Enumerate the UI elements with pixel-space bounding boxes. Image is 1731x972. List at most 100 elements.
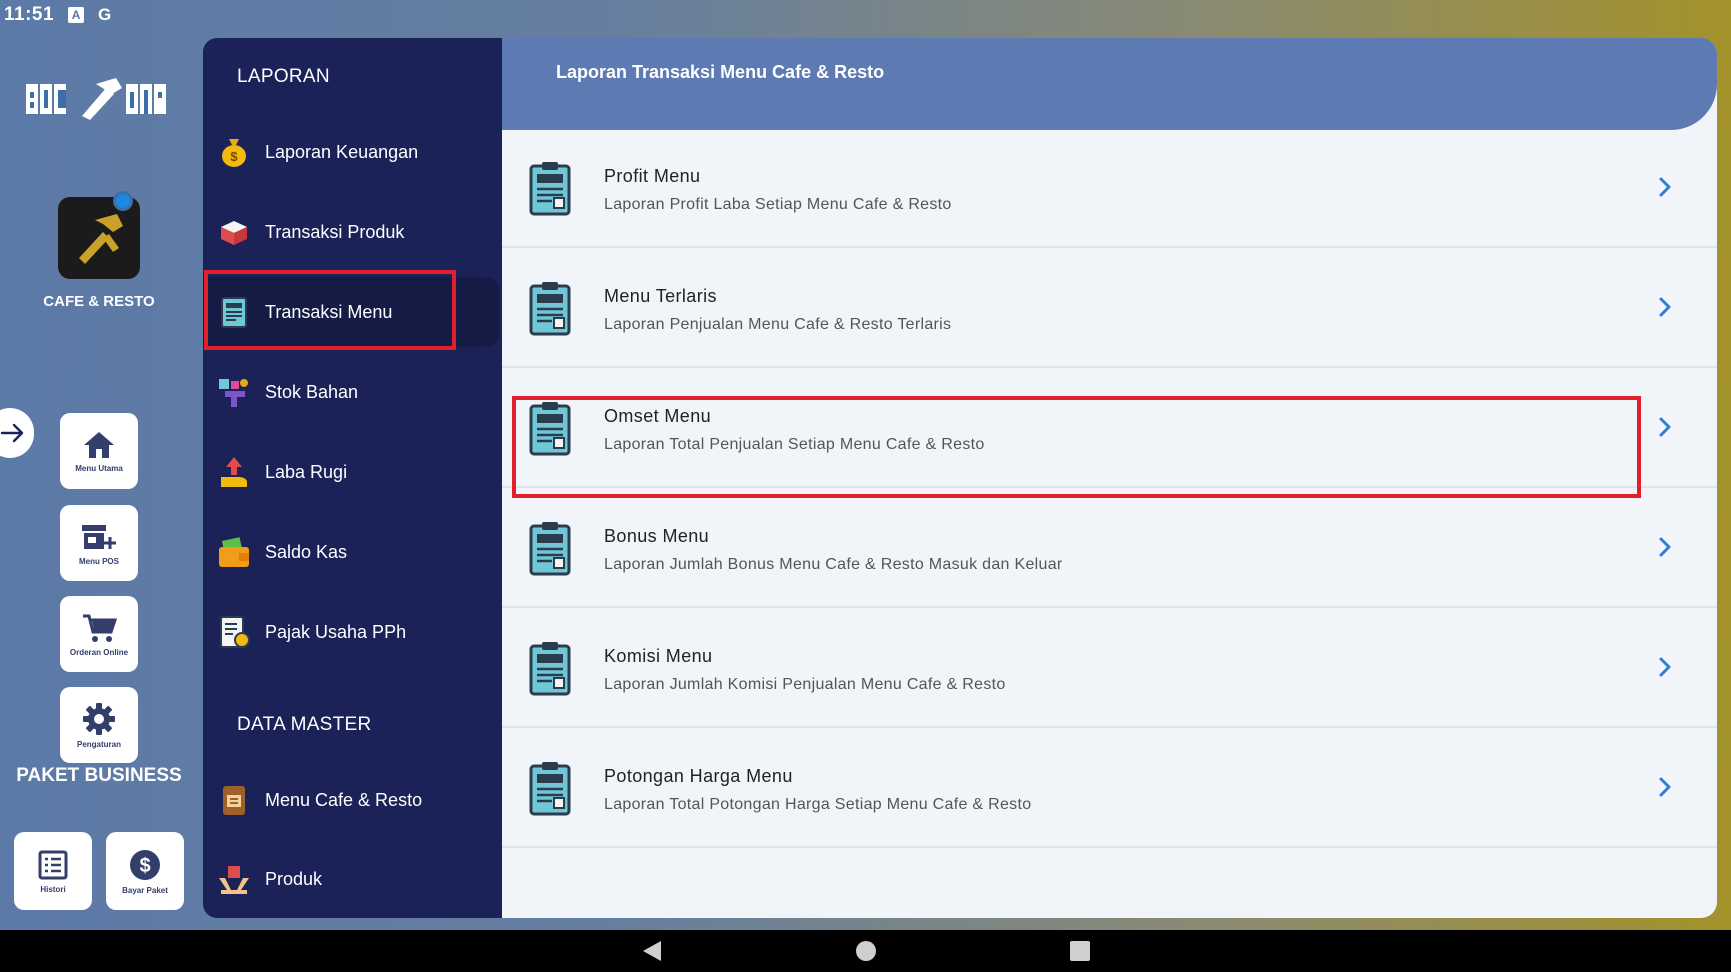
list-icon	[38, 850, 68, 879]
box-icon	[217, 215, 251, 249]
gear-icon	[83, 702, 115, 735]
bayar-paket-label: Bayar Paket	[122, 885, 168, 895]
bayar-paket-button[interactable]: $ Bayar Paket	[106, 832, 184, 910]
menu-item-transaksi-menu[interactable]: Transaksi Menu	[203, 277, 499, 347]
home-icon	[84, 431, 114, 458]
row-title: Bonus Menu	[604, 526, 710, 546]
keyboard-a-icon: A	[68, 7, 85, 23]
report-row-menu-terlaris[interactable]: Menu Terlaris Laporan Penjualan Menu Caf…	[502, 250, 1717, 368]
page-title: Laporan Transaksi Menu Cafe & Resto	[556, 62, 885, 82]
hammer-icon	[79, 214, 123, 264]
menu-item-label: Transaksi Produk	[265, 221, 405, 242]
chevron-right-icon	[1659, 777, 1671, 797]
report-row-komisi-menu[interactable]: Komisi Menu Laporan Jumlah Komisi Penjua…	[502, 610, 1717, 728]
svg-text:$: $	[230, 149, 238, 164]
section-laporan: LAPORAN	[237, 66, 330, 87]
menu-item-label: Menu Cafe & Resto	[265, 789, 423, 810]
recents-button[interactable]	[1068, 939, 1092, 963]
row-subtitle: Laporan Profit Laba Setiap Menu Cafe & R…	[604, 196, 952, 213]
menu-item-label: Transaksi Menu	[265, 301, 393, 322]
app-name: CAFE & RESTO	[43, 293, 155, 310]
chevron-right-icon	[1659, 297, 1671, 317]
recents-square-icon	[1069, 941, 1090, 961]
menu-item-laporan-keuangan[interactable]: $ Laporan Keuangan	[203, 117, 499, 187]
menu-item-menu-cafe-resto[interactable]: Menu Cafe & Resto	[203, 765, 499, 835]
wallet-icon	[217, 535, 251, 569]
orderan-online-label: Orderan Online	[69, 647, 129, 657]
notification-dot	[113, 191, 133, 211]
menu-clipboard-icon	[529, 402, 571, 456]
row-subtitle: Laporan Jumlah Komisi Penjualan Menu Caf…	[604, 676, 1006, 693]
menu-utama-label: Menu Utama	[75, 463, 123, 473]
row-subtitle: Laporan Jumlah Bonus Menu Cafe & Resto M…	[604, 556, 1063, 573]
store-add-icon	[82, 524, 116, 549]
menu-clipboard-icon	[529, 642, 571, 696]
histori-button[interactable]: Histori	[14, 832, 92, 910]
report-menu-panel: LAPORAN $ Laporan Keuangan Transaksi Pro…	[203, 38, 503, 918]
pengaturan-button[interactable]: Pengaturan	[60, 687, 138, 763]
google-g-icon: G	[98, 5, 112, 24]
app-logo	[26, 78, 166, 120]
menu-clipboard-icon	[529, 162, 571, 216]
menu-item-label: Laba Rugi	[265, 461, 348, 482]
report-row-omset-menu[interactable]: Omset Menu Laporan Total Penjualan Setia…	[502, 370, 1717, 488]
money-bag-icon: $	[217, 135, 251, 169]
menu-item-laba-rugi[interactable]: Laba Rugi	[203, 437, 499, 507]
back-triangle-icon	[642, 941, 661, 961]
back-button[interactable]	[640, 939, 664, 963]
menu-utama-button[interactable]: Menu Utama	[60, 413, 138, 489]
arrow-right-icon	[0, 423, 24, 443]
row-subtitle: Laporan Total Penjualan Setiap Menu Cafe…	[604, 436, 985, 453]
chevron-right-icon	[1659, 177, 1671, 197]
menu-clipboard-icon	[529, 282, 571, 336]
menu-board-icon	[217, 295, 251, 329]
dollar-icon: $	[130, 849, 160, 880]
menu-clipboard-icon	[529, 762, 571, 816]
ingredients-icon	[217, 375, 251, 409]
row-subtitle: Laporan Total Potongan Harga Setiap Menu…	[604, 796, 1032, 813]
home-circle-icon	[855, 941, 876, 961]
menu-pos-label: Menu POS	[78, 556, 119, 566]
report-row-profit-menu[interactable]: Profit Menu Laporan Profit Laba Setiap M…	[502, 130, 1717, 248]
chevron-right-icon	[1659, 537, 1671, 557]
chevron-right-icon	[1659, 417, 1671, 437]
orderan-online-button[interactable]: Orderan Online	[60, 596, 138, 672]
system-nav-bar	[0, 930, 1731, 972]
chevron-right-icon	[1659, 657, 1671, 677]
row-title: Komisi Menu	[604, 646, 713, 666]
row-title: Potongan Harga Menu	[604, 766, 793, 786]
product-hands-icon	[217, 862, 251, 896]
cart-icon	[83, 614, 117, 642]
row-subtitle: Laporan Penjualan Menu Cafe & Resto Terl…	[604, 316, 952, 333]
menu-item-label: Saldo Kas	[265, 541, 348, 562]
tax-document-icon	[217, 615, 251, 649]
menu-item-transaksi-produk[interactable]: Transaksi Produk	[203, 197, 499, 267]
menu-item-label: Pajak Usaha PPh	[265, 621, 407, 642]
status-bar: 11:51 A G	[0, 0, 1731, 30]
menu-item-pajak-usaha-pph[interactable]: Pajak Usaha PPh	[203, 597, 499, 667]
menu-item-label: Produk	[265, 868, 323, 889]
home-button[interactable]	[854, 939, 878, 963]
menu-item-stok-bahan[interactable]: Stok Bahan	[203, 357, 499, 427]
menu-clipboard-icon	[529, 522, 571, 576]
svg-text:$: $	[139, 855, 150, 877]
report-row-potongan-harga-menu[interactable]: Potongan Harga Menu Laporan Total Potong…	[502, 730, 1717, 848]
content-header: Laporan Transaksi Menu Cafe & Resto	[502, 38, 1717, 130]
content-panel: Laporan Transaksi Menu Cafe & Resto Prof…	[502, 38, 1717, 918]
histori-label: Histori	[40, 884, 66, 894]
menu-item-label: Laporan Keuangan	[265, 141, 419, 162]
menu-item-saldo-kas[interactable]: Saldo Kas	[203, 517, 499, 587]
section-data-master: DATA MASTER	[237, 714, 372, 735]
row-title: Profit Menu	[604, 166, 701, 186]
menu-item-label: Stok Bahan	[265, 381, 359, 402]
pengaturan-label: Pengaturan	[76, 739, 121, 749]
menu-pos-button[interactable]: Menu POS	[60, 505, 138, 581]
menu-book-icon	[217, 783, 251, 817]
status-time: 11:51	[4, 4, 55, 25]
menu-item-produk[interactable]: Produk	[203, 844, 499, 914]
paket-business-title: PAKET BUSINESS	[16, 765, 182, 786]
report-row-bonus-menu[interactable]: Bonus Menu Laporan Jumlah Bonus Menu Caf…	[502, 490, 1717, 608]
profit-hand-icon	[217, 455, 251, 489]
row-title: Omset Menu	[604, 406, 712, 426]
row-title: Menu Terlaris	[604, 286, 717, 306]
